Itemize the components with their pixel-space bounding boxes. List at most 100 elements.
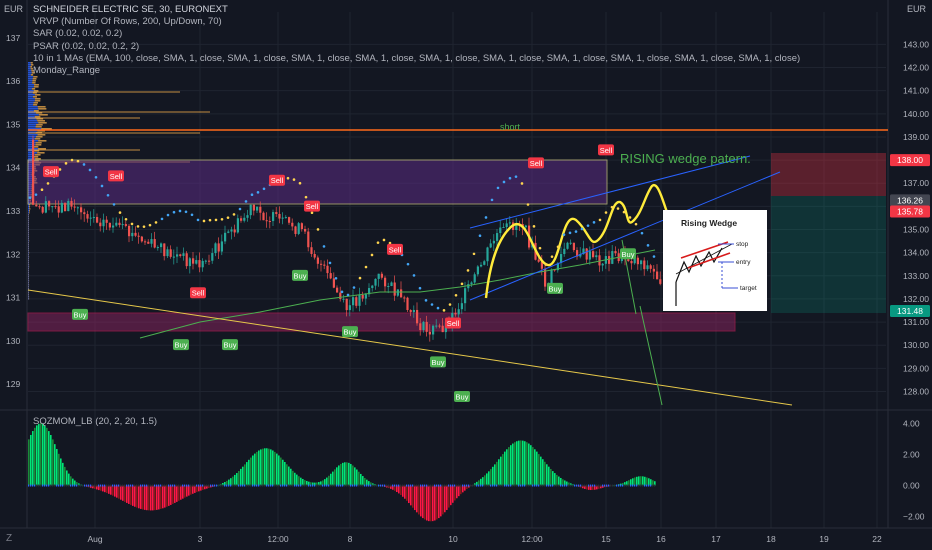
- psar-dot: [130, 222, 134, 226]
- squeeze-dot: [244, 484, 246, 487]
- squeeze-dot: [100, 484, 102, 487]
- volume-bar-up: [28, 236, 29, 238]
- squeeze-dot: [164, 484, 166, 487]
- squeeze-dot: [384, 484, 386, 487]
- legend-vrvp[interactable]: VRVP (Number Of Rows, 200, Up/Down, 70): [33, 16, 800, 28]
- squeeze-dot: [496, 484, 498, 487]
- legend-sar[interactable]: SAR (0.02, 0.02, 0.2): [33, 28, 800, 40]
- candle-body: [435, 325, 438, 327]
- candle-body: [608, 256, 611, 264]
- squeeze-dot: [346, 484, 348, 487]
- timezone-icon[interactable]: Z: [6, 533, 12, 544]
- squeeze-dot: [66, 484, 68, 487]
- momentum-bar: [402, 485, 404, 497]
- squeeze-dot: [400, 484, 402, 487]
- momentum-bar: [452, 485, 454, 503]
- candle-body: [454, 312, 457, 315]
- volume-bar-up: [28, 136, 37, 138]
- momentum-bar: [118, 485, 120, 499]
- psar-dot: [154, 221, 158, 224]
- candle-body: [496, 233, 499, 241]
- candle-body: [323, 264, 326, 266]
- squeeze-dot: [108, 484, 110, 487]
- inset-target-label: target: [740, 285, 757, 292]
- momentum-tick-label: 4.00: [903, 418, 920, 428]
- squeeze-dot: [106, 484, 108, 487]
- left-tick-label: 129: [6, 379, 20, 389]
- momentum-bar: [514, 442, 516, 486]
- momentum-bar: [408, 485, 410, 504]
- candle-body: [489, 243, 492, 248]
- squeeze-dot: [336, 484, 338, 487]
- squeeze-dot: [232, 484, 234, 487]
- squeeze-dot: [630, 484, 632, 487]
- candle-body: [83, 212, 86, 215]
- squeeze-dot: [274, 484, 276, 487]
- candle-body: [416, 309, 419, 324]
- psar-dot: [304, 195, 308, 199]
- candle-body: [256, 206, 259, 211]
- squeeze-dot: [318, 484, 320, 487]
- squeeze-dot: [28, 484, 30, 487]
- volume-bar-up: [28, 238, 29, 240]
- momentum-bar: [506, 449, 508, 486]
- squeeze-dot: [230, 484, 232, 487]
- momentum-bar: [350, 463, 352, 486]
- candle-body: [457, 309, 460, 315]
- candle-body: [374, 278, 377, 286]
- momentum-bar: [120, 485, 122, 500]
- squeeze-dot: [424, 484, 426, 487]
- momentum-bar: [116, 485, 118, 498]
- legend-mas[interactable]: 10 in 1 MAs (EMA, 100, close, SMA, 1, cl…: [33, 53, 800, 65]
- squeeze-dot: [152, 484, 154, 487]
- candle-body: [99, 222, 102, 227]
- candle-body: [275, 212, 278, 214]
- volume-bar-up: [28, 270, 29, 272]
- candle-body: [134, 232, 137, 236]
- psar-dot: [40, 188, 44, 191]
- squeeze-dot: [586, 484, 588, 487]
- volume-bar-up: [28, 280, 29, 282]
- psar-dot: [448, 303, 452, 306]
- squeeze-dot: [314, 484, 316, 487]
- squeeze-dot: [62, 484, 64, 487]
- squeeze-dot: [454, 484, 456, 487]
- momentum-bar: [154, 485, 156, 511]
- squeeze-dot: [362, 484, 364, 487]
- legend-psar[interactable]: PSAR (0.02, 0.02, 0.2, 2): [33, 41, 800, 53]
- psar-dot: [34, 193, 38, 196]
- momentum-bar: [246, 462, 248, 486]
- momentum-bar: [168, 485, 170, 506]
- sqzmom-label[interactable]: SQZMOM_LB (20, 2, 20, 1.5): [33, 416, 157, 427]
- target-zone: [771, 196, 886, 313]
- squeeze-dot: [334, 484, 336, 487]
- momentum-bar: [288, 466, 290, 486]
- candle-body: [316, 257, 319, 264]
- candle-body: [348, 305, 351, 311]
- candle-body: [259, 206, 262, 213]
- momentum-bar: [488, 471, 490, 486]
- squeeze-dot: [92, 484, 94, 487]
- legend-monday-range[interactable]: Monday_Range: [33, 65, 800, 77]
- momentum-bar: [548, 466, 550, 486]
- psar-dot: [346, 293, 350, 297]
- volume-bar-up: [28, 100, 35, 102]
- squeeze-dot: [640, 484, 642, 487]
- momentum-bar: [456, 485, 458, 499]
- squeeze-dot: [520, 484, 522, 487]
- squeeze-dot: [156, 484, 158, 487]
- price-chart[interactable]: Sell Sell Buy Sell Buy Buy Sell Sell Buy Buy Sell B…: [0, 0, 932, 550]
- candle-body: [425, 321, 428, 332]
- volume-bar-up: [28, 278, 29, 280]
- squeeze-dot: [432, 484, 434, 487]
- volume-bar-up: [28, 126, 36, 128]
- squeeze-dot: [592, 484, 594, 487]
- momentum-bar: [182, 485, 184, 499]
- squeeze-dot: [398, 484, 400, 487]
- squeeze-dot: [562, 484, 564, 487]
- volume-bar-up: [28, 256, 29, 258]
- right-tick-label: 141.00: [903, 86, 929, 96]
- momentum-bar: [56, 448, 58, 486]
- buy-signal-label: Buy: [622, 250, 635, 259]
- candle-body: [380, 273, 383, 278]
